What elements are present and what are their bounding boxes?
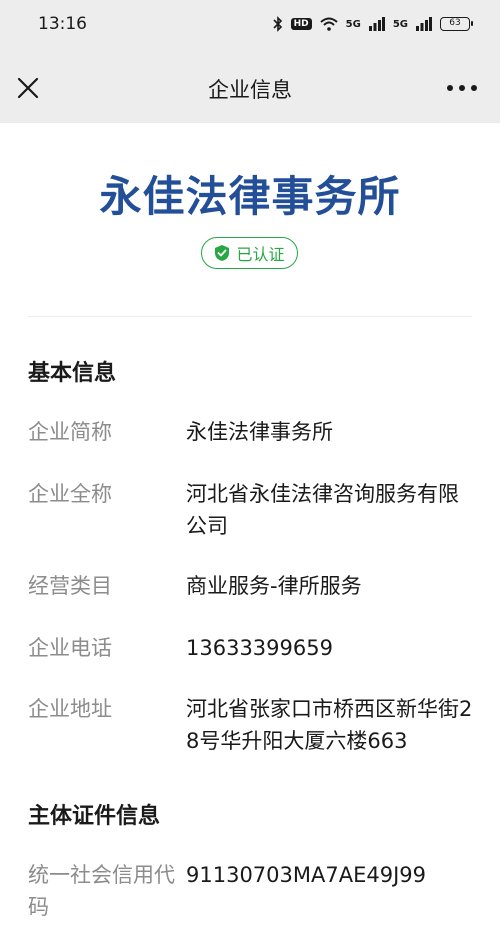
- info-label: 经营类目: [28, 574, 112, 598]
- shield-check-icon: [215, 245, 230, 261]
- network-label-1: 5G: [345, 18, 361, 30]
- section-title-certificate-info: 主体证件信息: [28, 804, 161, 829]
- status-time: 13:16: [38, 14, 87, 34]
- info-label: 企业地址: [28, 697, 112, 721]
- signal-icon: [368, 17, 385, 31]
- info-value: 永佳法律事务所: [186, 420, 333, 444]
- section-title-basic-info: 基本信息: [28, 361, 117, 386]
- page-title: 企业信息: [208, 78, 292, 102]
- nav-bar: 企业信息: [0, 50, 500, 123]
- phone-value[interactable]: 13633399659: [186, 632, 476, 664]
- info-value: 商业服务-律所服务: [186, 574, 362, 598]
- divider: [28, 316, 472, 317]
- status-icons: HD 5G 5G 63: [273, 14, 473, 34]
- company-name: 永佳法律事务所: [99, 172, 401, 221]
- info-label: 企业简称: [28, 420, 112, 444]
- battery-icon: 63: [440, 17, 473, 31]
- info-label: 统一社会信用代码: [28, 863, 175, 919]
- info-label: 企业电话: [28, 636, 112, 660]
- verified-label: 已认证: [236, 245, 285, 264]
- verified-badge: 已认证: [201, 237, 298, 269]
- info-value: 91130703MA7AE49J99: [186, 863, 427, 887]
- info-label: 企业全称: [28, 482, 112, 506]
- bluetooth-icon: [273, 16, 282, 32]
- info-value: 河北省永佳法律咨询服务有限公司: [186, 482, 459, 538]
- hd-icon: HD: [290, 18, 312, 30]
- info-value: 河北省张家口市桥西区新华街28号华升阳大厦六楼663: [186, 697, 473, 753]
- network-label-2: 5G: [392, 18, 408, 30]
- wifi-icon: [319, 17, 338, 31]
- more-icon[interactable]: [446, 78, 478, 98]
- signal-icon-2: [416, 17, 432, 31]
- status-bar: 13:16 HD 5G 5G 63: [0, 0, 500, 50]
